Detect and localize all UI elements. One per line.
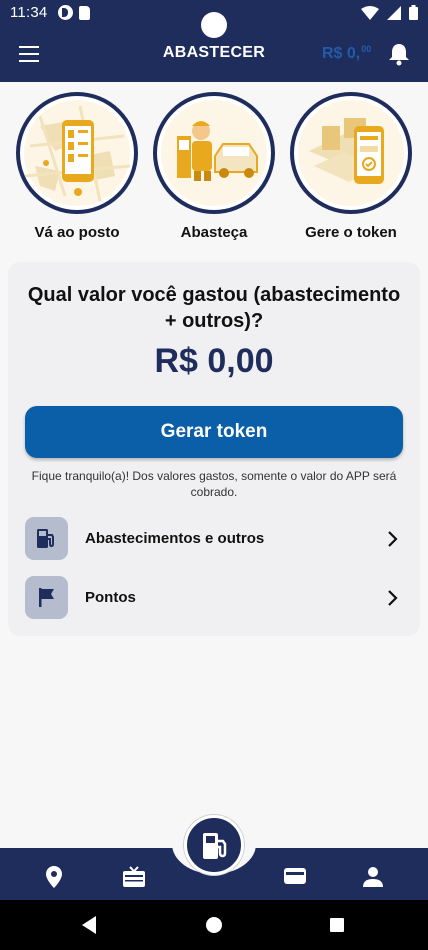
row-abastecimentos[interactable]: Abastecimentos e outros (25, 517, 403, 563)
how-it-works-steps: Vá ao posto Abasteça Gere o token (0, 92, 428, 252)
nav-location[interactable] (45, 866, 63, 893)
location-pin-icon (46, 866, 62, 888)
notification-app-icon (58, 5, 73, 20)
balance-main: R$ 0, (322, 45, 361, 62)
status-time: 11:34 (10, 4, 48, 21)
balance-cents: 00 (361, 44, 372, 54)
wifi-icon (361, 5, 379, 20)
row-label: Abastecimentos e outros (85, 530, 265, 547)
user-icon (363, 867, 383, 887)
balance-display[interactable]: R$ 0,00 (322, 44, 371, 63)
home-icon[interactable] (206, 917, 222, 933)
row-label: Pontos (85, 589, 136, 606)
step-label: Gere o token (305, 224, 397, 241)
token-card: Qual valor você gastou (abastecimento + … (8, 262, 420, 636)
back-icon[interactable] (82, 916, 96, 934)
nav-fuel-button[interactable] (184, 815, 244, 875)
generate-token-button[interactable]: Gerar token (25, 406, 403, 458)
camera-cutout (201, 12, 227, 38)
flag-icon (25, 576, 68, 619)
map-phone-illustration (16, 92, 138, 214)
chevron-right-icon (388, 531, 398, 547)
row-pontos[interactable]: Pontos (25, 576, 403, 622)
step-generate-token: Gere o token (290, 92, 412, 241)
battery-icon (409, 5, 418, 20)
fueling-car-illustration (153, 92, 275, 214)
bell-icon[interactable] (386, 41, 412, 67)
amount-question: Qual valor você gastou (abastecimento + … (27, 284, 401, 332)
nav-wallet[interactable] (283, 866, 307, 891)
chevron-right-icon (388, 590, 398, 606)
recent-apps-icon[interactable] (330, 918, 344, 932)
system-navigation-bar (0, 900, 428, 950)
step-label: Vá ao posto (34, 224, 120, 241)
wallet-icon (284, 868, 306, 884)
fuel-pump-icon (203, 833, 227, 859)
step-refuel: Abasteça (153, 92, 275, 241)
nav-gift-card[interactable] (122, 866, 146, 893)
signal-icon (387, 5, 401, 20)
amount-value[interactable]: R$ 0,00 (8, 342, 420, 381)
fuel-pump-icon (25, 517, 68, 560)
token-phone-illustration (290, 92, 412, 214)
sd-card-icon (79, 6, 90, 20)
nav-profile[interactable] (362, 866, 384, 893)
step-label: Abasteça (180, 224, 248, 241)
gift-card-icon (123, 866, 145, 887)
info-note: Fique tranquilo(a)! Dos valores gastos, … (31, 469, 397, 499)
step-go-to-station: Vá ao posto (16, 92, 138, 241)
